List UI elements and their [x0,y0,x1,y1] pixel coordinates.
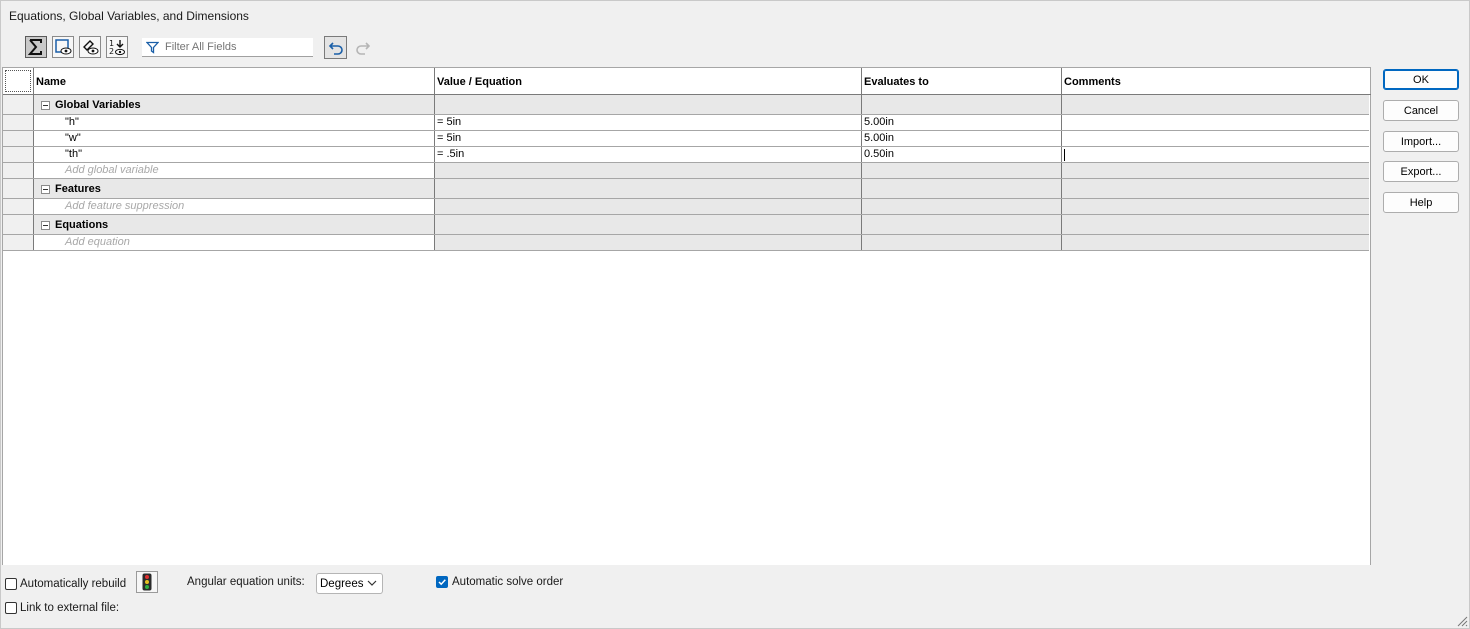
row-header[interactable] [3,147,33,162]
group-row-equations[interactable]: Equations [3,215,1369,235]
add-equation-placeholder: Add equation [65,236,130,248]
auto-rebuild-label: Automatically rebuild [20,578,127,590]
table-row[interactable]: "th" = .5in 0.50in [3,147,1369,163]
name-cell[interactable]: "h" [33,115,434,130]
check-icon [438,579,446,586]
add-equation-row[interactable]: Add equation [3,235,1369,251]
resize-grip-icon[interactable] [1456,615,1468,627]
filter-icon [146,41,159,54]
value-cell[interactable]: = .5in [434,147,861,162]
equations-grid: Name Value / Equation Evaluates to Comme… [2,67,1371,565]
group-title: Features [55,183,101,195]
column-header-name[interactable]: Name [33,68,434,94]
group-row-global-variables[interactable]: Global Variables [3,95,1369,115]
redo-icon[interactable] [352,37,374,59]
row-header[interactable] [3,163,33,178]
auto-solve-label: Automatic solve order [452,576,564,588]
add-global-variable-placeholder: Add global variable [65,164,159,176]
collapse-icon[interactable] [41,101,50,110]
column-header-evaluates[interactable]: Evaluates to [861,68,1061,94]
angular-units-value: Degrees [320,578,364,590]
grid-corner[interactable] [5,70,31,92]
evaluates-cell: 5.00in [861,115,1061,130]
add-feature-suppression-placeholder: Add feature suppression [65,200,185,212]
ordered-view-icon[interactable]: 12 [106,36,128,58]
import-button[interactable]: Import... [1383,131,1459,152]
row-header[interactable] [3,215,33,234]
text-caret [1064,149,1065,161]
dialog-title: Equations, Global Variables, and Dimensi… [9,9,249,23]
collapse-icon[interactable] [41,221,50,230]
dimension-view-icon[interactable] [79,36,101,58]
row-header[interactable] [3,95,33,114]
angular-units-select[interactable]: Degrees [316,573,383,594]
name-cell[interactable]: "th" [33,147,434,162]
comment-cell-active[interactable] [1061,147,1369,162]
comment-cell[interactable] [1061,115,1369,130]
evaluates-cell: 5.00in [861,131,1061,146]
table-row[interactable]: "h" = 5in 5.00in [3,115,1369,131]
filter-field[interactable] [142,38,313,57]
evaluates-cell: 0.50in [861,147,1061,162]
link-external-checkbox[interactable] [5,602,17,614]
row-header[interactable] [3,199,33,214]
row-header[interactable] [3,179,33,198]
table-row[interactable]: "w" = 5in 5.00in [3,131,1369,147]
group-title: Equations [55,219,109,231]
sketch-equation-view-icon[interactable] [52,36,74,58]
column-header-value[interactable]: Value / Equation [434,68,861,94]
chevron-down-icon [367,580,377,586]
export-button[interactable]: Export... [1383,161,1459,182]
row-header[interactable] [3,235,33,250]
name-cell[interactable]: "w" [33,131,434,146]
column-header-comments[interactable]: Comments [1061,68,1370,94]
row-header[interactable] [3,115,33,130]
add-global-variable-row[interactable]: Add global variable [3,163,1369,179]
value-cell[interactable]: = 5in [434,115,861,130]
collapse-icon[interactable] [41,185,50,194]
add-feature-suppression-row[interactable]: Add feature suppression [3,199,1369,215]
equation-view-icon[interactable] [25,36,47,58]
comment-cell[interactable] [1061,131,1369,146]
value-cell[interactable]: = 5in [434,131,861,146]
angular-units-label: Angular equation units: [187,576,305,588]
group-row-features[interactable]: Features [3,179,1369,199]
auto-solve-checkbox[interactable] [436,576,448,588]
cancel-button[interactable]: Cancel [1383,100,1459,121]
grid-header: Name Value / Equation Evaluates to Comme… [3,68,1371,95]
link-external-label: Link to external file: [20,602,120,614]
row-header[interactable] [3,131,33,146]
group-title: Global Variables [55,99,141,111]
auto-rebuild-checkbox[interactable] [5,578,17,590]
filter-input[interactable] [165,41,305,53]
svg-text:2: 2 [109,47,114,56]
ok-button[interactable]: OK [1383,69,1459,90]
help-button[interactable]: Help [1383,192,1459,213]
undo-icon[interactable] [324,36,347,59]
traffic-light-icon[interactable] [136,571,158,593]
